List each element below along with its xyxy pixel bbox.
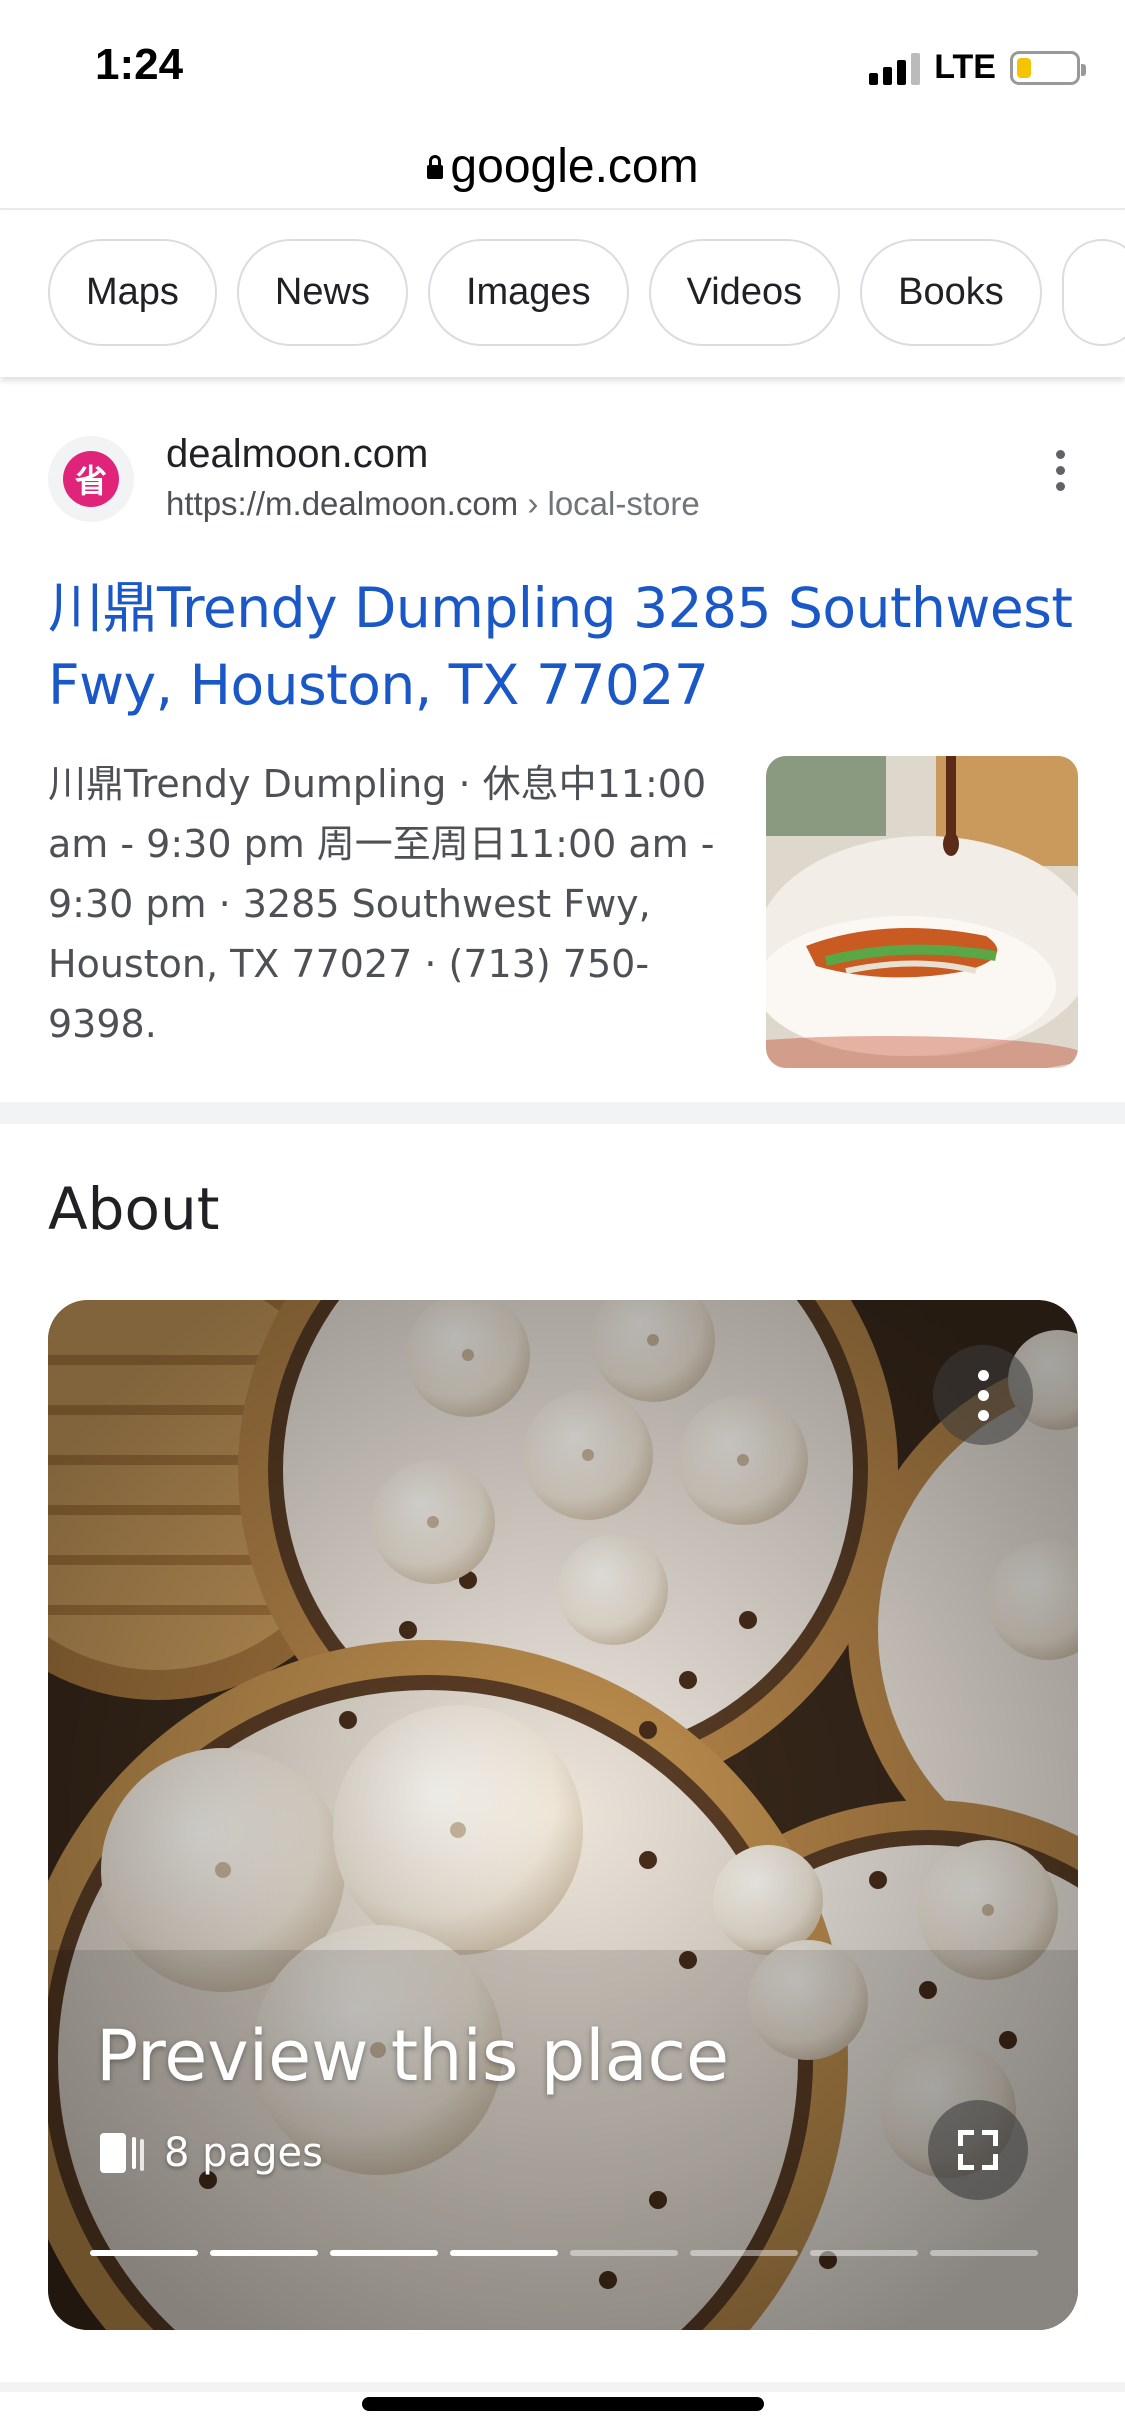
web-stories-icon	[100, 2133, 144, 2173]
story-progress-bar	[90, 2250, 1038, 2256]
dealmoon-logo-icon: 省	[63, 451, 119, 507]
site-url-domain: https://m.dealmoon.com	[166, 485, 519, 522]
result-title-link[interactable]: 川鼎Trendy Dumpling 3285 Southwest Fwy, Ho…	[48, 570, 1078, 724]
progress-segment	[210, 2250, 318, 2256]
preview-title: Preview this place	[96, 2015, 730, 2097]
pages-count: 8 pages	[100, 2130, 323, 2176]
section-divider-bottom	[0, 2382, 1125, 2392]
search-filter-bar: Maps News Images Videos Books	[0, 212, 1125, 377]
site-favicon: 省	[48, 436, 134, 522]
home-indicator[interactable]	[362, 2397, 764, 2411]
result-snippet: 川鼎Trendy Dumpling · 休息中11:00 am - 9:30 p…	[48, 762, 715, 1046]
progress-segment	[330, 2250, 438, 2256]
tab-videos[interactable]: Videos	[648, 239, 841, 346]
progress-segment	[930, 2250, 1038, 2256]
fullscreen-icon[interactable]	[928, 2100, 1028, 2200]
tab-more[interactable]	[1061, 239, 1125, 346]
tab-books[interactable]: Books	[860, 239, 1042, 346]
tab-maps[interactable]: Maps	[48, 239, 217, 346]
lock-icon	[426, 154, 444, 179]
progress-segment	[810, 2250, 918, 2256]
site-name: dealmoon.com	[166, 432, 429, 476]
status-time: 1:24	[95, 40, 184, 89]
battery-icon	[1010, 50, 1086, 85]
battery-level	[1017, 57, 1031, 78]
cellular-signal-icon	[869, 51, 921, 85]
network-type: LTE	[934, 48, 996, 86]
progress-segment	[450, 2250, 558, 2256]
progress-segment	[570, 2250, 678, 2256]
site-url-path: › local-store	[518, 485, 700, 522]
result-source[interactable]: 省 dealmoon.com https://m.dealmoon.com › …	[48, 430, 1078, 530]
progress-segment	[90, 2250, 198, 2256]
about-heading: About	[48, 1175, 220, 1243]
tab-images[interactable]: Images	[427, 239, 629, 346]
status-bar: 1:24 LTE	[0, 0, 1125, 130]
peking-duck-image	[766, 756, 1078, 1068]
url-text: google.com	[450, 140, 699, 193]
search-result: 省 dealmoon.com https://m.dealmoon.com › …	[48, 430, 1078, 1068]
progress-segment	[690, 2250, 798, 2256]
preview-more-options-icon[interactable]	[933, 1345, 1033, 1445]
site-url: https://m.dealmoon.com › local-store	[166, 478, 1048, 530]
address-bar[interactable]: google.com	[0, 125, 1125, 210]
more-options-icon[interactable]	[1048, 440, 1072, 500]
tab-news[interactable]: News	[236, 239, 408, 346]
pages-label: 8 pages	[164, 2130, 323, 2176]
status-indicators: LTE	[869, 48, 1086, 87]
section-divider	[0, 1102, 1125, 1124]
place-preview-card[interactable]: Preview this place 8 pages	[48, 1300, 1078, 2330]
result-thumbnail[interactable]	[766, 756, 1078, 1068]
